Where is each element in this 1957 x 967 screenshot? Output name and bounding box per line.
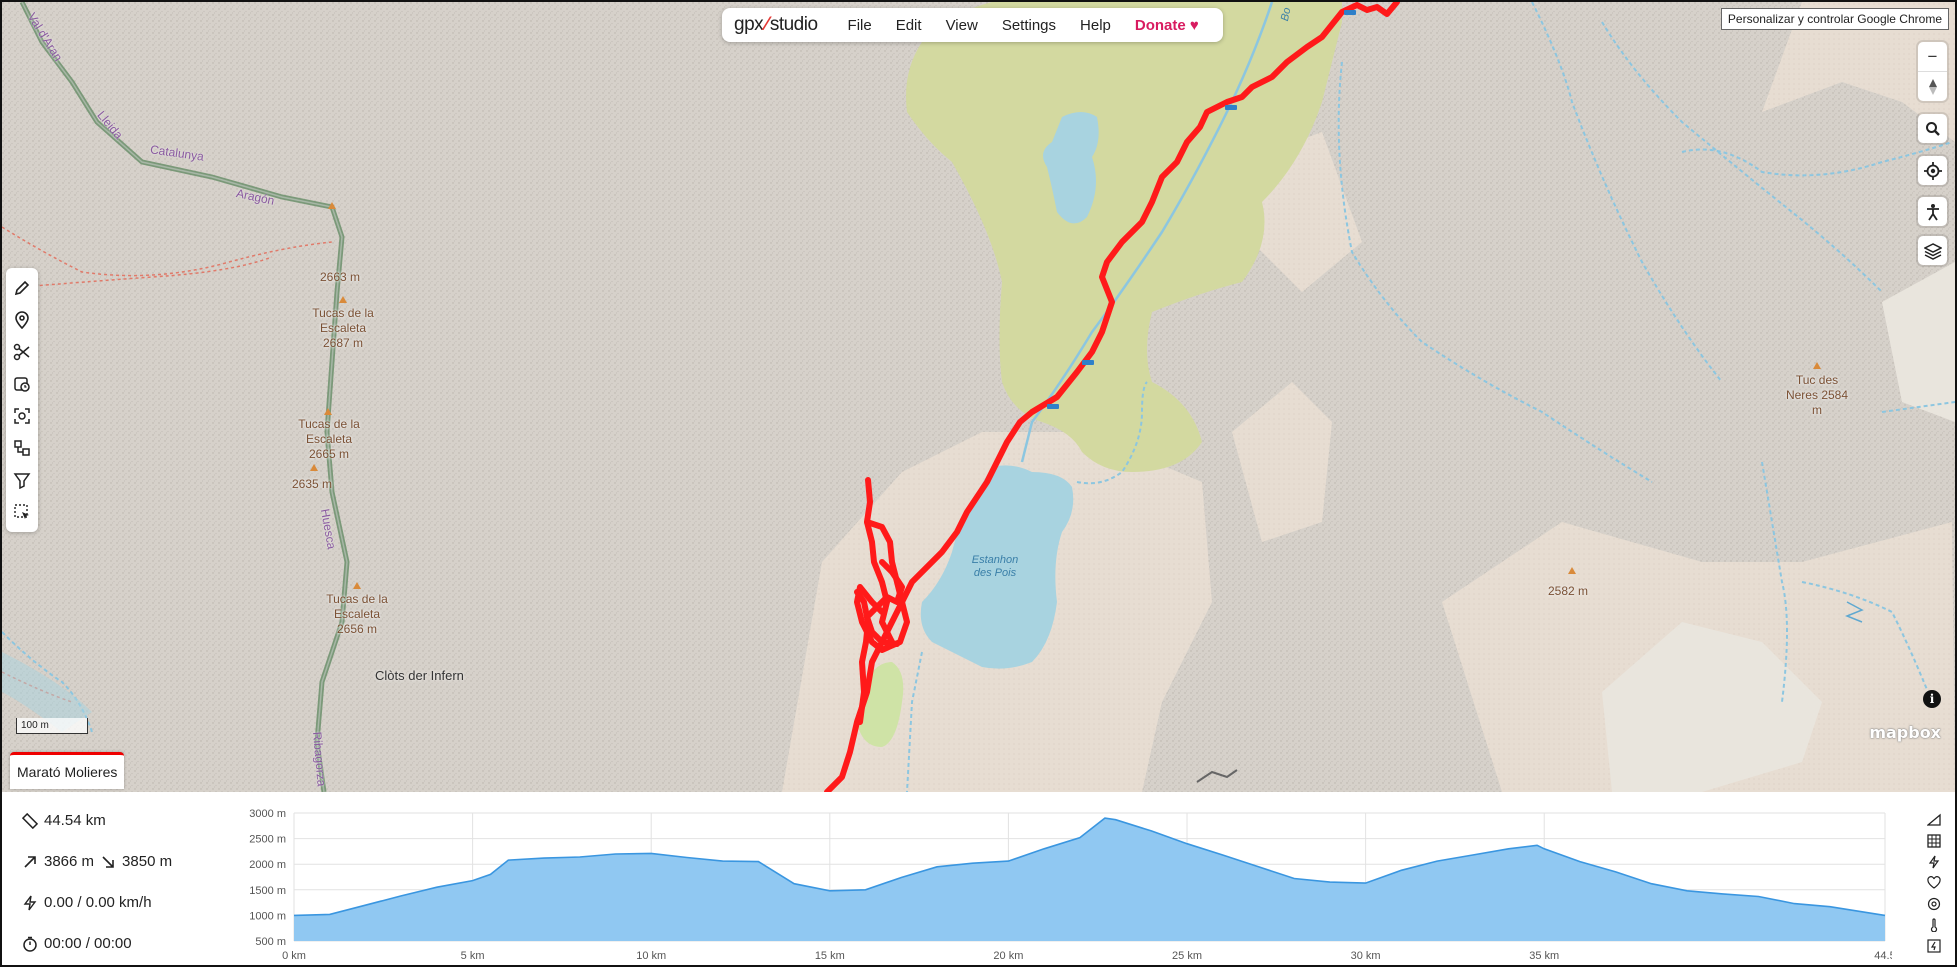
app-window: Val d'Aran Lleida Catalunya Aragón Huesc…	[0, 0, 1957, 967]
arrow-down-right-icon	[102, 855, 114, 868]
elevation-profile-chart[interactable]: 500 m 1000 m 1500 m 2000 m 2500 m 3000 m 0 km 5…	[232, 800, 1892, 960]
logo-slash-icon: ⁄	[765, 14, 768, 35]
y-tick-label: 2000 m	[249, 859, 286, 871]
menu-edit[interactable]: Edit	[884, 17, 934, 34]
y-tick-label: 2500 m	[249, 834, 286, 846]
arrow-up-right-icon	[24, 855, 36, 868]
slope-icon[interactable]	[1925, 810, 1943, 829]
layers-control	[1918, 236, 1947, 265]
search-icon[interactable]	[1918, 114, 1947, 143]
peak-label: Tucas de la Escaleta 2687 m	[312, 306, 374, 350]
track-tab[interactable]: Marató Molieres	[10, 752, 125, 789]
profile-options	[1925, 810, 1943, 955]
ruler-icon	[22, 812, 38, 829]
peak-label: Tucas de la Escaleta 2665 m	[298, 417, 360, 461]
stat-time: 00:00 / 00:00	[22, 935, 132, 952]
x-tick-label: 30 km	[1351, 950, 1381, 960]
donate-button[interactable]: Donate ♥	[1123, 17, 1211, 34]
x-tick-label: 25 km	[1172, 950, 1202, 960]
logo-text-left: gpx	[734, 14, 764, 35]
menu-view[interactable]: View	[934, 17, 990, 34]
accessibility-control	[1918, 197, 1947, 226]
stat-loss-value: 3850 m	[122, 853, 173, 870]
layers-icon[interactable]	[1918, 236, 1947, 265]
heart-icon[interactable]	[1925, 873, 1943, 892]
elevation-area	[294, 818, 1885, 941]
power-icon[interactable]	[1925, 936, 1943, 955]
map-background	[2, 2, 1955, 792]
scissors-icon[interactable]	[8, 336, 36, 368]
place-label: Clòts der Infern	[375, 668, 464, 683]
clock-icon[interactable]	[8, 368, 36, 400]
edit-toolbar	[6, 268, 38, 532]
stat-speed: 0.00 / 0.00 km/h	[22, 894, 152, 911]
merge-icon[interactable]	[8, 432, 36, 464]
x-tick-label: 20 km	[993, 950, 1023, 960]
map-scale: 100 m	[16, 718, 88, 734]
cadence-icon[interactable]	[1925, 894, 1943, 913]
stat-elevation: 3866 m 3850 m	[22, 853, 172, 870]
map-view[interactable]: Val d'Aran Lleida Catalunya Aragón Huesc…	[2, 2, 1955, 792]
compass-icon[interactable]	[1918, 72, 1947, 101]
heart-icon: ♥	[1189, 16, 1199, 34]
stat-gain-value: 3866 m	[44, 853, 95, 870]
x-tick-label: 44.5	[1874, 950, 1892, 960]
mapbox-logo: mapbox	[1869, 723, 1941, 742]
stat-speed-value: 0.00 / 0.00 km/h	[44, 894, 152, 911]
river-label: Bo	[1278, 6, 1294, 23]
x-tick-label: 5 km	[461, 950, 485, 960]
info-icon[interactable]: i	[1923, 690, 1941, 708]
y-tick-label: 3000 m	[249, 808, 286, 820]
stat-distance: 44.54 km	[22, 812, 106, 829]
y-tick-label: 500 m	[255, 936, 286, 948]
accessibility-icon[interactable]	[1918, 197, 1947, 226]
x-tick-label: 10 km	[636, 950, 666, 960]
menu-help[interactable]: Help	[1068, 17, 1123, 34]
stats-panel: 44.54 km 3866 m 3850 m 0.00 / 0.00 km/h …	[2, 792, 1955, 965]
menu-settings[interactable]: Settings	[990, 17, 1068, 34]
peak-label: Tucas de la Escaleta 2656 m	[326, 592, 388, 636]
x-tick-label: 35 km	[1529, 950, 1559, 960]
zoom-out-icon[interactable]: −	[1918, 42, 1947, 72]
lake-label: Estanhon des Pois	[971, 554, 1019, 579]
peak-label: 2663 m	[320, 270, 361, 284]
select-icon[interactable]	[8, 496, 36, 528]
timer-icon	[23, 936, 37, 952]
x-tick-label: 0 km	[282, 950, 306, 960]
pin-icon[interactable]	[8, 304, 36, 336]
temperature-icon[interactable]	[1925, 915, 1943, 934]
top-menubar: gpx ⁄ studio File Edit View Settings Help …	[722, 8, 1223, 42]
grid-icon[interactable]	[1925, 831, 1943, 850]
app-logo[interactable]: gpx ⁄ studio	[734, 14, 818, 36]
logo-text-right: studio	[769, 14, 818, 35]
peak-label: 2582 m	[1548, 584, 1589, 598]
locate-icon[interactable]	[1918, 156, 1947, 185]
y-tick-label: 1000 m	[249, 910, 286, 922]
zoom-controls: −	[1918, 42, 1947, 101]
stat-time-value: 00:00 / 00:00	[44, 935, 132, 952]
speed-icon[interactable]	[1925, 852, 1943, 871]
search-control	[1918, 114, 1947, 143]
pencil-icon[interactable]	[8, 272, 36, 304]
donate-label: Donate	[1134, 16, 1186, 34]
y-tick-label: 1500 m	[249, 885, 286, 897]
bolt-icon	[23, 895, 37, 910]
filter-icon[interactable]	[8, 464, 36, 496]
peak-label: Tuc des Neres 2584 m	[1785, 373, 1849, 417]
locate-control	[1918, 156, 1947, 185]
peak-label: 2635 m	[292, 477, 333, 491]
scan-icon[interactable]	[8, 400, 36, 432]
chrome-tooltip: Personalizar y controlar Google Chrome	[1720, 8, 1949, 30]
menu-file[interactable]: File	[836, 17, 884, 34]
stat-distance-value: 44.54 km	[44, 812, 106, 829]
x-tick-label: 15 km	[815, 950, 845, 960]
